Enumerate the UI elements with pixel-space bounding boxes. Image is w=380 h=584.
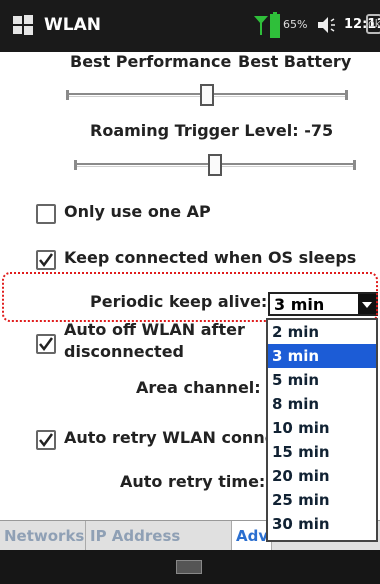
keep-connected-checkbox[interactable] <box>36 250 56 270</box>
keep-connected-label: Keep connected when OS sleeps <box>64 248 357 267</box>
keyboard-icon[interactable] <box>176 560 202 574</box>
dropdown-option[interactable]: 5 min <box>268 368 376 392</box>
close-button[interactable]: ok <box>366 14 380 34</box>
best-battery-label: Best Battery <box>238 52 352 71</box>
checkmark-icon <box>39 433 54 448</box>
soft-key-bar <box>0 550 380 584</box>
auto-retry-checkbox[interactable] <box>36 430 56 450</box>
battery-icon[interactable] <box>270 12 280 38</box>
dropdown-option[interactable]: 10 min <box>268 416 376 440</box>
dropdown-option[interactable]: 8 min <box>268 392 376 416</box>
slider-thumb[interactable] <box>208 154 222 176</box>
slider-track-end <box>353 160 356 170</box>
dropdown-option[interactable]: 15 min <box>268 440 376 464</box>
dropdown-option[interactable]: 2 min <box>268 320 376 344</box>
title-bar: WLAN 65% 12:11 ok <box>0 0 380 52</box>
auto-off-wlan-checkbox[interactable] <box>36 334 56 354</box>
area-channel-label: Area channel: <box>136 378 261 397</box>
best-performance-label: Best Performance <box>70 52 232 71</box>
auto-retry-time-label: Auto retry time: <box>120 472 266 491</box>
checkmark-icon <box>39 337 54 352</box>
roaming-trigger-label: Roaming Trigger Level: -75 <box>90 121 334 140</box>
slider-thumb[interactable] <box>200 84 214 106</box>
only-one-ap-checkbox[interactable] <box>36 204 56 224</box>
dropdown-option[interactable]: 3 min <box>268 344 376 368</box>
auto-off-label-line1: Auto off WLAN after <box>64 320 245 339</box>
periodic-keep-alive-dropdown-list[interactable]: 2 min 3 min 5 min 8 min 10 min 15 min 20 min 25… <box>266 318 378 542</box>
dropdown-option[interactable]: 20 min <box>268 464 376 488</box>
battery-percent: 65% <box>283 18 308 31</box>
dropdown-option[interactable]: 25 min <box>268 488 376 512</box>
only-one-ap-label: Only use one AP <box>64 202 211 221</box>
tab-networks[interactable]: Networks <box>0 521 86 551</box>
highlight-annotation <box>2 272 378 322</box>
roaming-slider[interactable] <box>74 154 356 176</box>
slider-track-end <box>345 90 348 100</box>
tab-ip-address[interactable]: IP Address <box>86 521 232 551</box>
auto-retry-label: Auto retry WLAN conne <box>64 428 266 447</box>
windows-logo-icon[interactable] <box>12 14 34 36</box>
auto-off-label-line2: disconnected <box>64 342 185 361</box>
signal-icon[interactable] <box>253 14 269 36</box>
app-title: WLAN <box>44 15 101 35</box>
dropdown-option[interactable]: 30 min <box>268 512 376 536</box>
power-slider[interactable] <box>66 84 348 106</box>
checkmark-icon <box>39 253 54 268</box>
speaker-icon[interactable] <box>316 15 336 35</box>
